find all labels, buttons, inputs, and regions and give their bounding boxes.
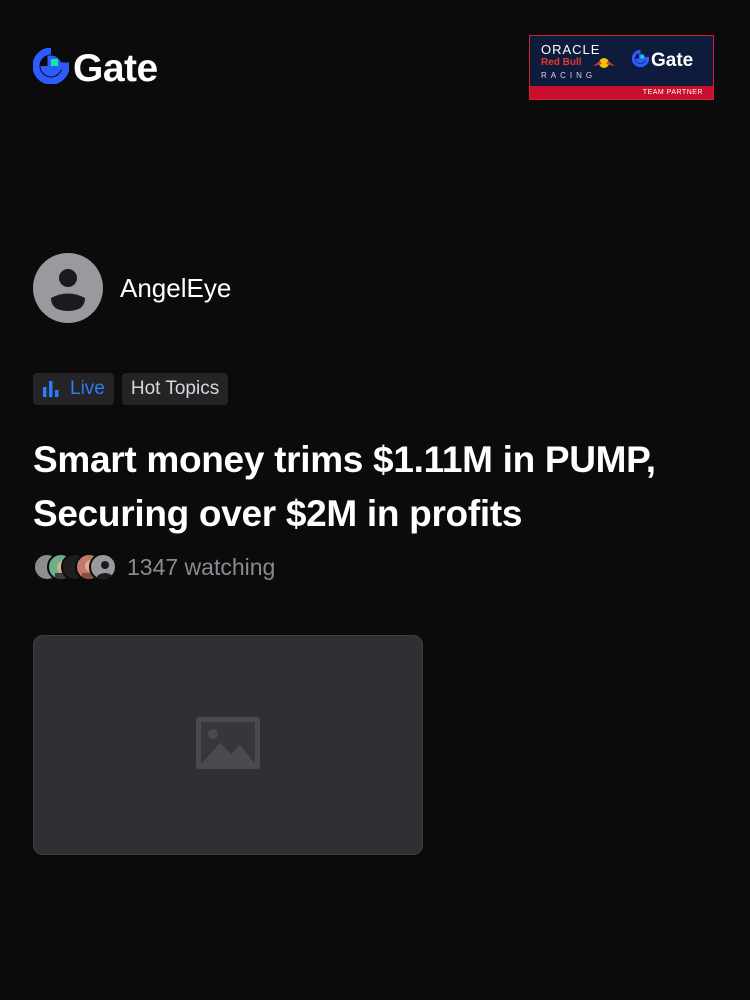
author-avatar[interactable] [33,253,103,323]
tag-row: Live Hot Topics [33,373,229,405]
red-bull-text: Red Bull [541,57,582,68]
default-avatar-icon [51,269,85,311]
team-partner-badge[interactable]: ORACLE Red Bull RACING Gate TEAM PARTNER [529,35,714,100]
racing-text: RACING [541,71,597,80]
live-tag[interactable]: Live [33,373,114,405]
team-partner-label: TEAM PARTNER [530,86,713,99]
partner-gate-logo: Gate [631,49,694,72]
watcher-avatar [89,553,117,581]
watchers-row: 1347 watching [33,553,275,581]
gate-logo[interactable]: Gate [32,47,158,90]
author-name[interactable]: AngelEye [120,273,231,304]
watcher-avatars [33,553,117,581]
watching-count: 1347 watching [127,553,276,580]
live-label: Live [70,378,105,399]
logo-text: Gate [73,47,158,90]
post-image[interactable] [33,635,423,855]
gate-logo-icon [631,49,650,72]
hot-topics-label: Hot Topics [130,378,220,399]
hot-topics-tag[interactable]: Hot Topics [121,373,229,405]
bar-chart-icon [42,381,60,397]
post-title: Smart money trims $1.11M in PUMP, Securi… [33,439,656,534]
partner-gate-text: Gate [651,50,694,71]
image-placeholder-icon [196,716,260,774]
author-row[interactable]: AngelEye [33,253,231,323]
oracle-text: ORACLE [541,42,601,57]
gate-logo-icon [32,47,70,89]
